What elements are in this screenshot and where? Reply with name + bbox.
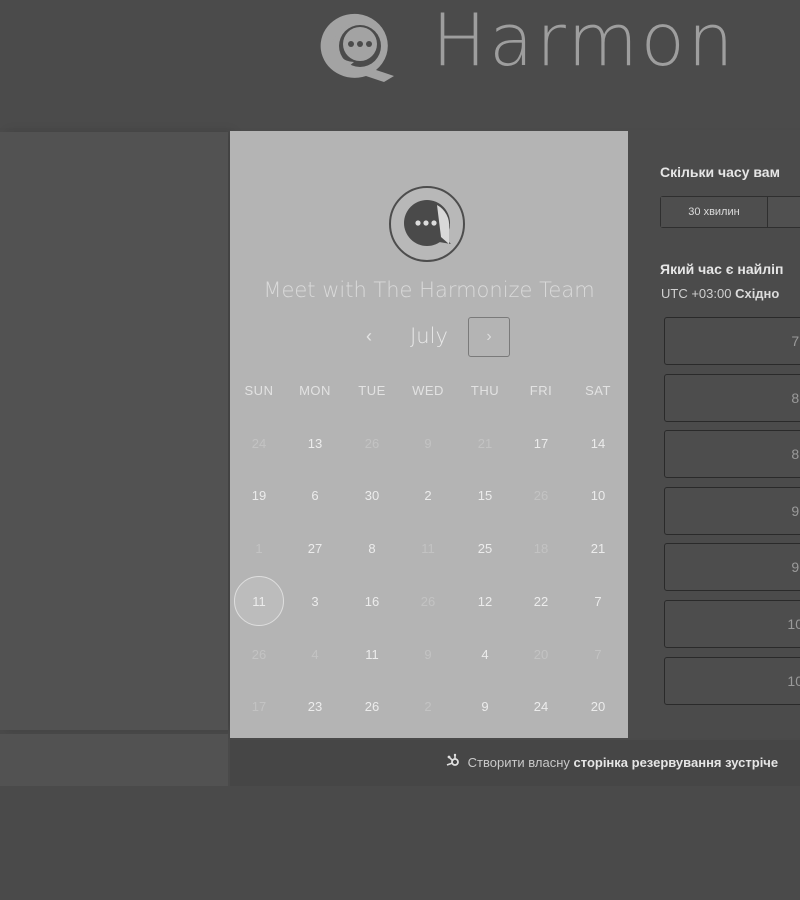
booking-panel: Скільки часу вам 30 хвилин Який час є на… — [628, 131, 800, 738]
calendar-day: 21 — [477, 436, 493, 451]
left-panel — [0, 132, 228, 730]
calendar-day[interactable]: 13 — [287, 436, 343, 451]
calendar-day[interactable]: 22 — [513, 594, 569, 609]
calendar-day[interactable]: 21 — [570, 541, 626, 556]
duration-option-30[interactable]: 30 хвилин — [661, 197, 768, 227]
calendar-day[interactable]: 3 — [287, 594, 343, 609]
calendar-day[interactable]: 26 — [344, 699, 400, 714]
weekday-sun: SUN — [244, 383, 274, 398]
header: Harmon — [0, 0, 800, 128]
chat-bubble-icon — [404, 200, 451, 246]
host-avatar — [389, 186, 465, 262]
weekday-mon: MON — [299, 383, 331, 398]
calendar-day[interactable]: 14 — [570, 436, 626, 451]
calendar-day[interactable]: 8 — [344, 541, 400, 556]
time-slot-label: 8: — [791, 390, 800, 406]
calendar-day[interactable]: 30 — [344, 488, 400, 503]
time-slot-label: 9: — [791, 503, 800, 519]
calendar-day[interactable]: 25 — [457, 541, 513, 556]
footer-link[interactable]: сторінка резервування зустріче — [574, 755, 779, 770]
calendar-day: 24 — [251, 436, 267, 451]
calendar-day[interactable]: 15 — [457, 488, 513, 503]
time-slot-label: 7: — [791, 333, 800, 349]
next-month-button[interactable]: › — [468, 317, 510, 357]
time-slot-label: 8: — [791, 446, 800, 462]
calendar-day: 17 — [251, 699, 267, 714]
calendar-day[interactable]: 24 — [513, 699, 569, 714]
timezone-name: Східно — [735, 286, 780, 301]
calendar-day[interactable]: 6 — [287, 488, 343, 503]
calendar-day[interactable]: 19 — [231, 488, 287, 503]
duration-selector: 30 хвилин — [660, 196, 800, 228]
time-slot-button[interactable]: 10 — [664, 657, 800, 705]
weekday-fri: FRI — [529, 383, 553, 398]
weekday-wed: WED — [412, 383, 444, 398]
prev-month-button[interactable]: ‹ — [358, 324, 380, 348]
time-slot-button[interactable]: 9: — [664, 487, 800, 535]
calendar-day[interactable]: 10 — [570, 488, 626, 503]
time-slot-button[interactable]: 9: — [664, 543, 800, 591]
duration-option-2[interactable] — [768, 197, 800, 227]
left-footer — [0, 734, 228, 786]
calendar-day[interactable]: 11 — [344, 647, 400, 662]
time-slot-button[interactable]: 10 — [664, 600, 800, 648]
time-question: Який час є найліп — [660, 261, 784, 277]
time-slot-label: 10 — [787, 673, 800, 689]
calendar-day: 9 — [424, 436, 432, 451]
calendar-day-selected[interactable]: 11 — [231, 594, 287, 609]
footer-bar: Створити власну сторінка резервування зу… — [230, 740, 800, 786]
weekday-sat: SAT — [585, 383, 611, 398]
calendar-day: 20 — [533, 647, 549, 662]
calendar-day: 2 — [424, 699, 432, 714]
time-slot-button[interactable]: 8: — [664, 374, 800, 422]
time-slot-label: 10 — [787, 616, 800, 632]
sprocket-icon — [446, 753, 460, 770]
calendar-day: 26 — [251, 647, 267, 662]
month-label: July — [410, 324, 448, 348]
calendar-title: Meet with The Harmonize Team — [263, 278, 595, 302]
brand-name: Harmon — [432, 0, 737, 82]
calendar-day[interactable]: 27 — [287, 541, 343, 556]
timezone-offset: UTC +03:00 — [661, 286, 732, 301]
calendar-day[interactable]: 17 — [513, 436, 569, 451]
calendar-day[interactable]: 2 — [400, 488, 456, 503]
calendar-day: 4 — [311, 647, 319, 662]
calendar-day[interactable]: 4 — [457, 647, 513, 662]
weekday-thu: THU — [470, 383, 500, 398]
footer-prefix: Створити власну — [467, 755, 570, 770]
time-slot-button[interactable]: 7: — [664, 317, 800, 365]
calendar-day[interactable]: 16 — [344, 594, 400, 609]
calendar-panel: Meet with The Harmonize Team ‹ July › SU… — [230, 131, 628, 738]
calendar-day[interactable]: 20 — [570, 699, 626, 714]
chat-bubble-icon — [320, 13, 394, 82]
duration-question: Скільки часу вам — [660, 164, 780, 180]
calendar-day[interactable]: 12 — [457, 594, 513, 609]
calendar-day: 18 — [533, 541, 549, 556]
weekday-tue: TUE — [358, 383, 386, 398]
calendar-day[interactable]: 23 — [287, 699, 343, 714]
timezone-label[interactable]: UTC +03:00 Східно — [661, 286, 779, 301]
calendar-day: 9 — [424, 647, 432, 662]
time-slot-label: 9: — [791, 559, 800, 575]
calendar-day: 1 — [255, 541, 263, 556]
time-slot-button[interactable]: 8: — [664, 430, 800, 478]
calendar-day: 26 — [420, 594, 436, 609]
calendar-day: 11 — [421, 541, 435, 556]
footer-promo: Створити власну сторінка резервування зу… — [446, 753, 778, 770]
calendar-day[interactable]: 9 — [457, 699, 513, 714]
calendar-day: 26 — [533, 488, 549, 503]
calendar-day: 26 — [364, 436, 380, 451]
calendar-day: 7 — [594, 647, 602, 662]
calendar-day[interactable]: 7 — [570, 594, 626, 609]
